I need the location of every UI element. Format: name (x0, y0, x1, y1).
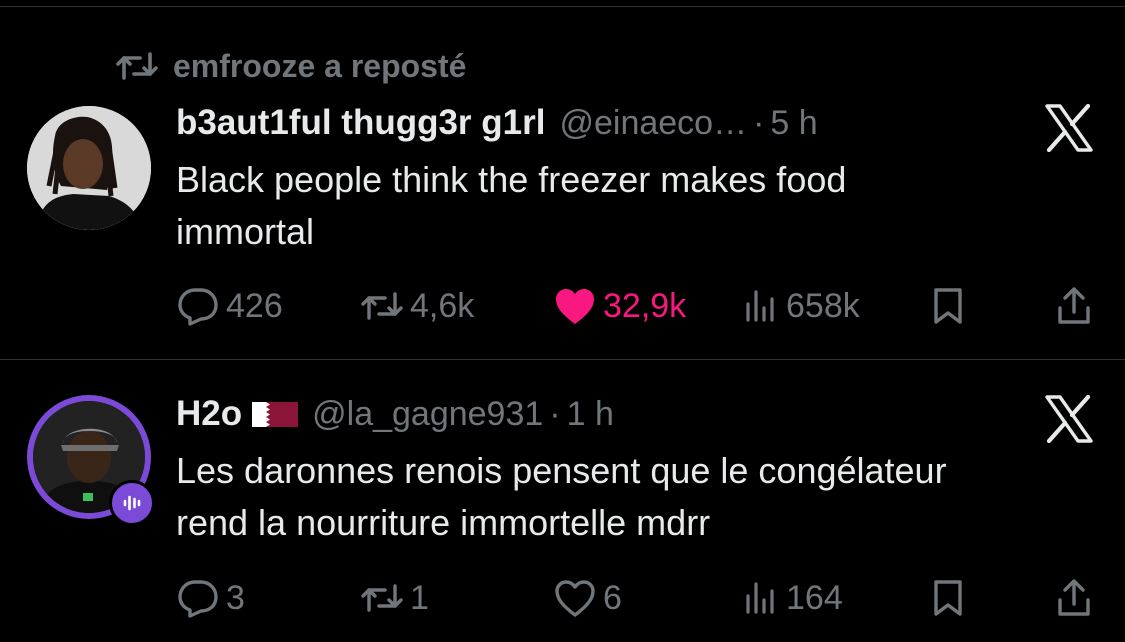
reply-count: 3 (226, 578, 245, 617)
bookmark-button[interactable] (932, 281, 964, 331)
tweet-actions: 3 1 6 164 (176, 573, 1096, 623)
bookmark-icon (932, 579, 964, 617)
views-chart-icon (744, 580, 780, 616)
avatar[interactable] (27, 106, 151, 230)
tweet-header: b3aut1ful thugg3r g1rl @einaeco… · 5 h (176, 98, 818, 148)
reply-icon (176, 578, 220, 618)
repost-icon (115, 50, 159, 82)
bookmark-button[interactable] (932, 573, 964, 623)
tweet-text-line: Les daronnes renois pensent que le congé… (176, 450, 947, 491)
repost-attribution-text: emfrooze a reposté (173, 47, 467, 84)
like-button[interactable]: 6 (553, 573, 622, 623)
bookmark-icon (932, 287, 964, 325)
author-name[interactable]: b3aut1ful thugg3r g1rl (176, 103, 545, 143)
repost-icon (360, 290, 404, 322)
views-button[interactable]: 164 (744, 573, 843, 623)
repost-count: 4,6k (410, 286, 475, 325)
author-name[interactable]: H2o (176, 394, 242, 434)
author-handle[interactable]: @einaeco… (559, 104, 747, 143)
share-button[interactable] (1056, 281, 1092, 331)
repost-icon (360, 582, 404, 614)
tweet-text: Les daronnes renois pensent que le congé… (176, 445, 947, 549)
views-button[interactable]: 658k (744, 281, 860, 331)
view-count: 658k (786, 286, 860, 325)
reply-icon (176, 286, 220, 326)
view-count: 164 (786, 578, 843, 617)
tweet-divider (0, 359, 1125, 360)
repost-attribution[interactable]: emfrooze a reposté (115, 46, 466, 86)
tweet-text: Black people think the freezer makes foo… (176, 154, 846, 258)
share-button[interactable] (1056, 573, 1092, 623)
qatar-flag-icon (252, 401, 299, 427)
spaces-mic-icon (109, 480, 155, 526)
repost-button[interactable]: 4,6k (360, 281, 474, 331)
reply-count: 426 (226, 286, 283, 325)
like-count: 32,9k (603, 286, 687, 325)
share-icon (1056, 578, 1092, 618)
separator-dot: · (753, 103, 765, 142)
tweet-text-line: rend la nourriture immortelle mdrr (176, 502, 711, 543)
separator-dot: · (549, 394, 561, 433)
tweet-actions: 426 4,6k 32,9k 658k (176, 281, 1096, 331)
x-logo-icon (1043, 104, 1095, 152)
x-logo-icon (1043, 395, 1095, 443)
tweet-text-line: immortal (176, 211, 315, 252)
repost-button[interactable]: 1 (360, 573, 429, 623)
like-button[interactable]: 32,9k (553, 281, 686, 331)
reply-button[interactable]: 3 (176, 573, 245, 623)
heart-icon (553, 578, 597, 618)
tweet-header: H2o @la_gagne931 · 1 h (176, 389, 614, 439)
timestamp[interactable]: 1 h (567, 395, 614, 434)
share-icon (1056, 286, 1092, 326)
repost-count: 1 (410, 578, 429, 617)
author-handle[interactable]: @la_gagne931 (312, 395, 543, 434)
top-divider (0, 6, 1125, 7)
tweet-text-line: Black people think the freezer makes foo… (176, 159, 847, 200)
like-count: 6 (603, 578, 622, 617)
views-chart-icon (744, 288, 780, 324)
reply-button[interactable]: 426 (176, 281, 283, 331)
heart-filled-icon (553, 286, 597, 326)
timestamp[interactable]: 5 h (770, 104, 817, 143)
